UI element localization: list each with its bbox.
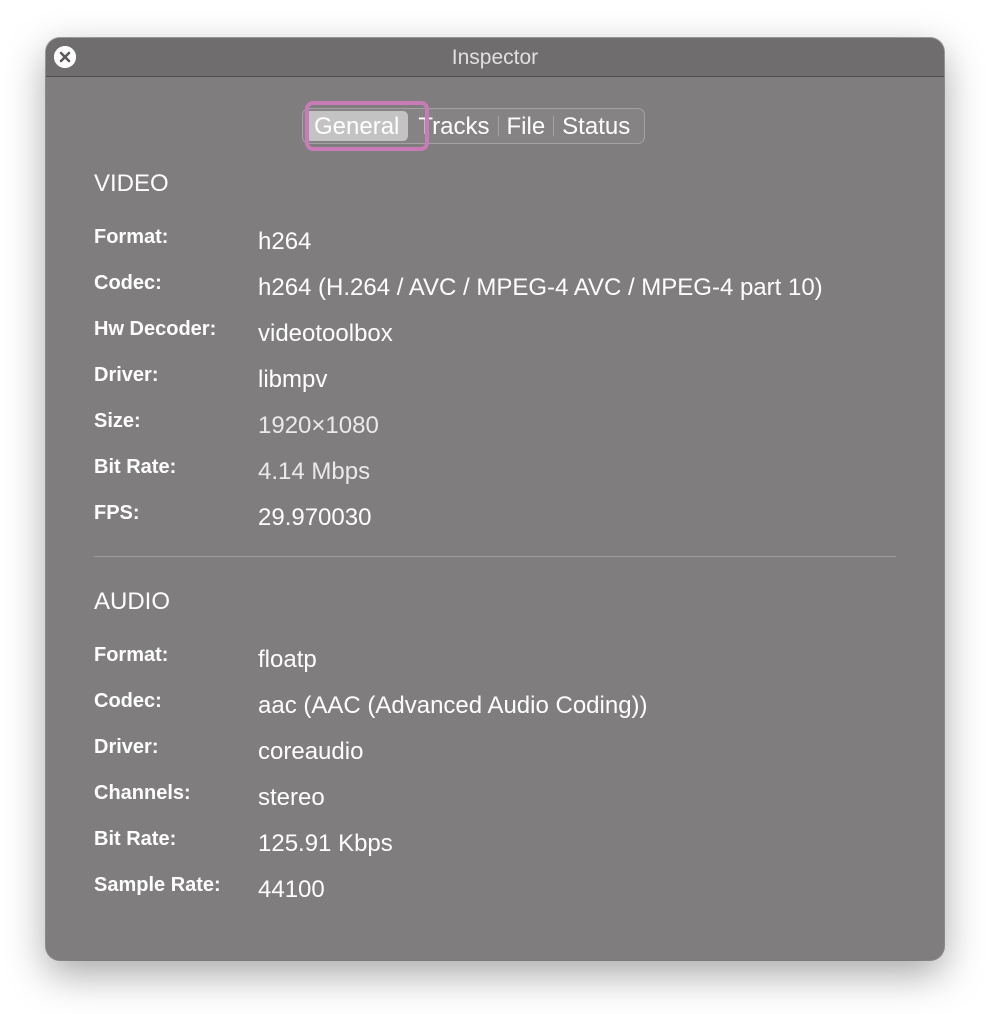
- row-label: Hw Decoder:: [94, 318, 217, 340]
- row-label: FPS:: [94, 502, 140, 524]
- row-value: 29.970030: [258, 504, 372, 531]
- row-value: h264 (H.264 / AVC / MPEG-4 AVC / MPEG-4 …: [258, 274, 823, 301]
- video-row-codec: Codec: h264 (H.264 / AVC / MPEG-4 AVC / …: [94, 272, 914, 302]
- row-value: 44100: [258, 876, 325, 903]
- audio-row-channels: Channels: stereo: [94, 782, 914, 812]
- row-label: Format:: [94, 644, 169, 666]
- row-label: Driver:: [94, 364, 159, 386]
- row-value: videotoolbox: [258, 320, 393, 347]
- row-value: 125.91 Kbps: [258, 830, 393, 857]
- row-label: Bit Rate:: [94, 456, 177, 478]
- inspector-window: Inspector General Tracks File Status VID…: [46, 38, 944, 960]
- row-value: stereo: [258, 784, 325, 811]
- tab-file[interactable]: File: [499, 111, 554, 141]
- row-label: Codec:: [94, 690, 162, 712]
- tab-tracks[interactable]: Tracks: [410, 111, 497, 141]
- row-label: Channels:: [94, 782, 191, 804]
- row-value: floatp: [258, 646, 317, 673]
- row-label: Sample Rate:: [94, 874, 221, 896]
- section-divider: [94, 556, 896, 557]
- audio-row-sample-rate: Sample Rate: 44100: [94, 874, 914, 904]
- video-heading: VIDEO: [94, 170, 169, 197]
- video-row-bit-rate: Bit Rate: 4.14 Mbps: [94, 456, 914, 486]
- title-bar[interactable]: Inspector: [46, 38, 944, 77]
- row-value: aac (AAC (Advanced Audio Coding)): [258, 692, 648, 719]
- tab-bar: General Tracks File Status: [302, 101, 646, 151]
- tab-general[interactable]: General: [305, 111, 409, 141]
- audio-row-driver: Driver: coreaudio: [94, 736, 914, 766]
- row-label: Format:: [94, 226, 169, 248]
- row-value: h264: [258, 228, 312, 255]
- audio-row-format: Format: floatp: [94, 644, 914, 674]
- tab-status[interactable]: Status: [554, 111, 638, 141]
- window-title: Inspector: [451, 46, 539, 69]
- video-row-size: Size: 1920×1080: [94, 410, 914, 440]
- row-value: coreaudio: [258, 738, 364, 765]
- row-label: Codec:: [94, 272, 162, 294]
- row-value: 1920×1080: [258, 412, 379, 439]
- video-row-fps: FPS: 29.970030: [94, 502, 914, 532]
- row-value: 4.14 Mbps: [258, 458, 371, 485]
- audio-row-codec: Codec: aac (AAC (Advanced Audio Coding)): [94, 690, 914, 720]
- row-label: Size:: [94, 410, 141, 432]
- audio-row-bit-rate: Bit Rate: 125.91 Kbps: [94, 828, 914, 858]
- row-label: Bit Rate:: [94, 828, 177, 850]
- audio-heading: AUDIO: [94, 588, 171, 615]
- video-row-format: Format: h264: [94, 226, 914, 256]
- video-row-hw-decoder: Hw Decoder: videotoolbox: [94, 318, 914, 348]
- row-value: libmpv: [258, 366, 328, 393]
- video-row-driver: Driver: libmpv: [94, 364, 914, 394]
- row-label: Driver:: [94, 736, 159, 758]
